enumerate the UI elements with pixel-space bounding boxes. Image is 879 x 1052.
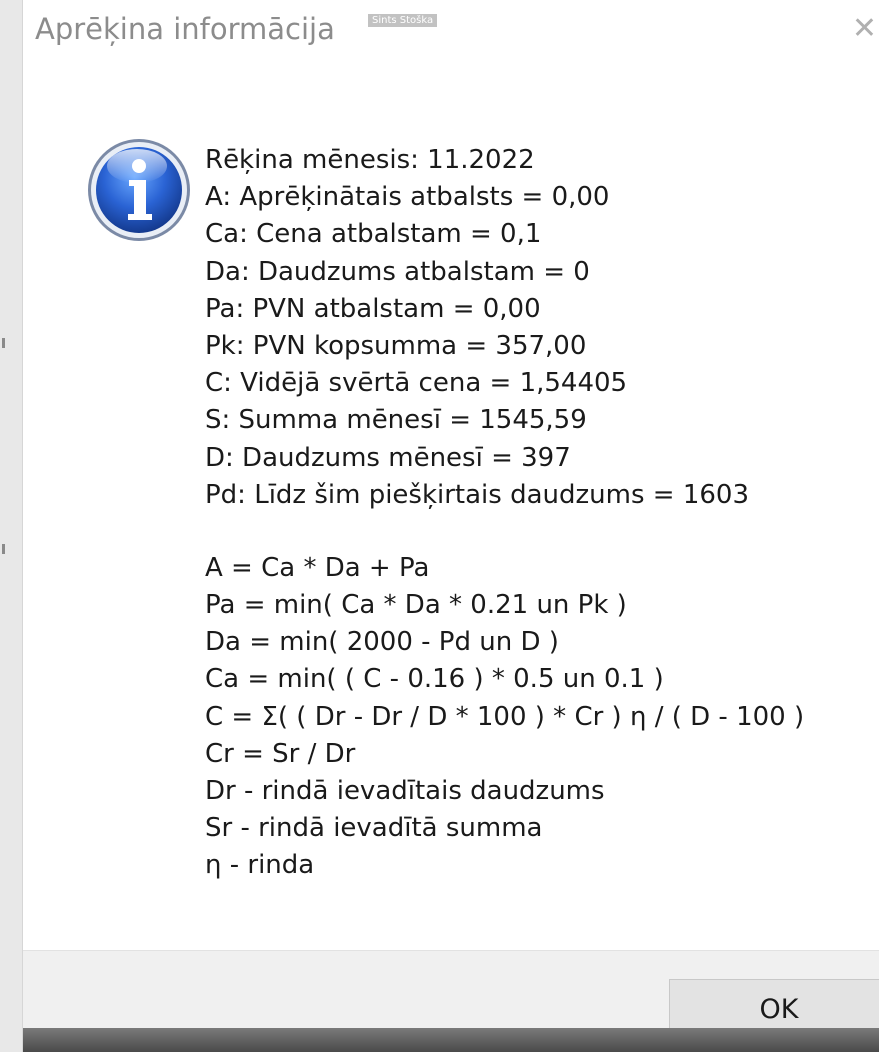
formula-line: Ca = min( ( C - 0.16 ) * 0.5 un 0.1 ) bbox=[205, 664, 664, 695]
background-window-edge bbox=[0, 0, 23, 1052]
close-icon[interactable]: ✕ bbox=[852, 14, 877, 44]
formula-line: Sr - rindā ievadītā summa bbox=[205, 813, 543, 844]
message-text: Rēķina mēnesis: 11.2022 A: Aprēķinātais … bbox=[205, 142, 865, 885]
info-line: Pk: PVN kopsumma = 357,00 bbox=[205, 330, 587, 361]
info-line: Rēķina mēnesis: 11.2022 bbox=[205, 145, 535, 175]
formula-line: η - rinda bbox=[205, 850, 315, 881]
info-line: S: Summa mēnesī = 1545,59 bbox=[205, 405, 587, 436]
edge-marker bbox=[2, 338, 5, 348]
info-line: D: Daudzums mēnesī = 397 bbox=[205, 442, 571, 473]
button-bar: OK bbox=[23, 950, 879, 1041]
info-line: C: Vidējā svērtā cena = 1,54405 bbox=[205, 368, 628, 399]
formula-line: C = Σ( ( Dr - Dr / D * 100 ) * Cr ) η / … bbox=[205, 701, 805, 732]
info-line: A: Aprēķinātais atbalsts = 0,00 bbox=[205, 182, 610, 213]
window-title: Aprēķina informācija bbox=[35, 12, 335, 46]
formula-line: Pa = min( Ca * Da * 0.21 un Pk ) bbox=[205, 590, 627, 621]
info-line: Ca: Cena atbalstam = 0,1 bbox=[205, 219, 542, 250]
formula-line: Dr - rindā ievadītais daudzums bbox=[205, 776, 605, 806]
info-line: Pa: PVN atbalstam = 0,00 bbox=[205, 293, 541, 324]
taskbar-edge bbox=[23, 1028, 879, 1052]
formula-line: Da = min( 2000 - Pd un D ) bbox=[205, 627, 559, 658]
formula-line: A = Ca * Da + Pa bbox=[205, 552, 430, 583]
formula-line: Cr = Sr / Dr bbox=[205, 738, 356, 769]
info-icon bbox=[88, 139, 190, 241]
info-dialog: Aprēķina informācija Sints Stoška ✕ Rēķi… bbox=[23, 0, 879, 1052]
info-line: Pd: Līdz šim piešķirtais daudzums = 1603 bbox=[205, 479, 749, 510]
watermark: Sints Stoška bbox=[368, 14, 438, 27]
info-line: Da: Daudzums atbalstam = 0 bbox=[205, 256, 590, 287]
titlebar: Aprēķina informācija Sints Stoška ✕ bbox=[23, 0, 879, 58]
edge-marker bbox=[2, 544, 5, 554]
